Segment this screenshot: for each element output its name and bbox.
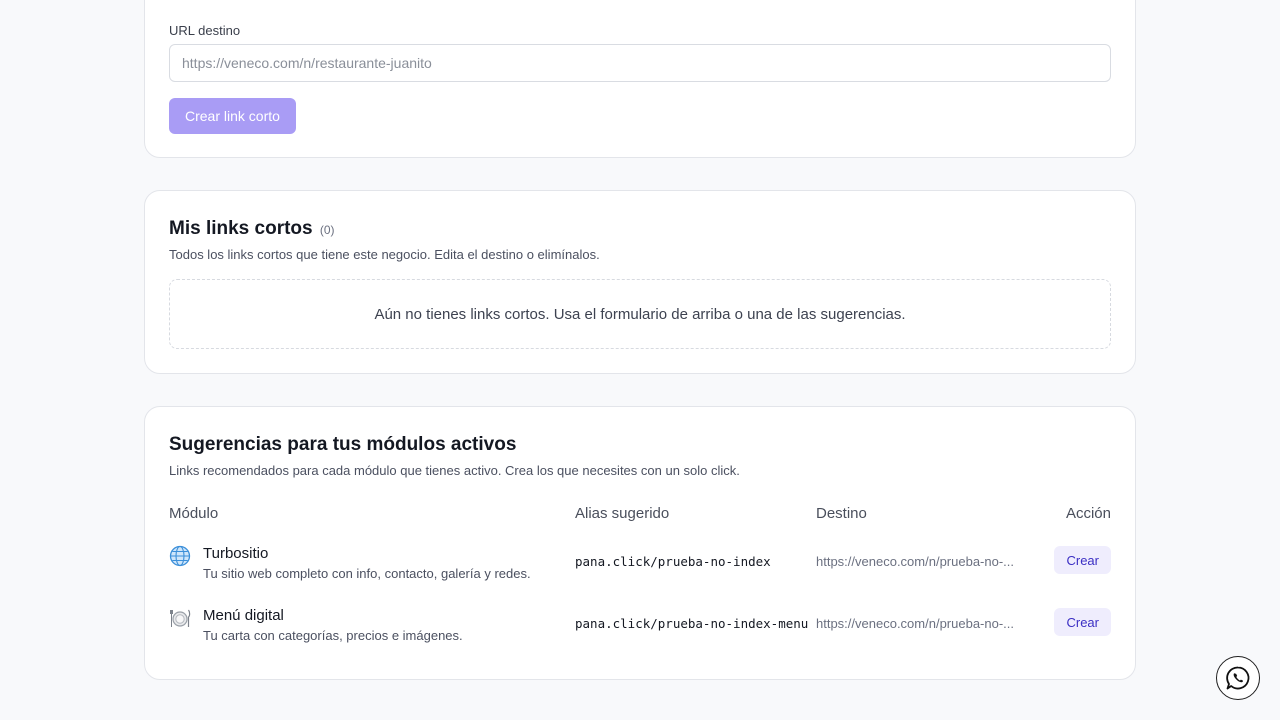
empty-state-message: Aún no tienes links cortos. Usa el formu… <box>374 305 906 323</box>
globe-icon <box>169 545 191 567</box>
table-row: Menú digital Tu carta con categorías, pr… <box>169 605 1111 649</box>
module-name: Menú digital <box>203 607 284 624</box>
suggested-alias: pana.click/prueba-no-index <box>575 554 771 569</box>
create-menu-digital-button[interactable]: Crear <box>1054 608 1111 636</box>
my-links-card: Mis links cortos (0) Todos los links cor… <box>144 190 1136 374</box>
whatsapp-button[interactable] <box>1216 656 1260 700</box>
url-destino-label: URL destino <box>169 23 241 38</box>
plate-icon <box>169 607 191 629</box>
module-description: Tu carta con categorías, precios e imáge… <box>203 628 463 643</box>
column-header-alias: Alias sugerido <box>575 505 670 522</box>
table-row: Turbositio Tu sitio web completo con inf… <box>169 543 1111 587</box>
column-header-accion: Acción <box>1065 505 1111 522</box>
my-links-subtitle: Todos los links cortos que tiene este ne… <box>169 247 600 262</box>
suggestions-title: Sugerencias para tus módulos activos <box>169 434 517 455</box>
destination-url: https://veneco.com/n/prueba-no-... <box>816 554 1014 569</box>
create-link-card: URL destino Crear link corto <box>144 0 1136 158</box>
destination-url: https://veneco.com/n/prueba-no-... <box>816 616 1014 631</box>
my-links-count: (0) <box>319 223 335 237</box>
whatsapp-icon <box>1225 665 1251 691</box>
column-header-destino: Destino <box>816 505 867 522</box>
suggestions-subtitle: Links recomendados para cada módulo que … <box>169 463 740 478</box>
create-turbositio-button[interactable]: Crear <box>1054 546 1111 574</box>
url-destino-input[interactable] <box>169 44 1111 82</box>
suggestions-card: Sugerencias para tus módulos activos Lin… <box>144 406 1136 680</box>
my-links-title: Mis links cortos (0) <box>169 218 335 240</box>
create-short-link-button[interactable]: Crear link corto <box>169 98 296 134</box>
suggested-alias: pana.click/prueba-no-index-menu <box>575 616 809 631</box>
module-name: Turbositio <box>203 545 269 562</box>
module-description: Tu sitio web completo con info, contacto… <box>203 566 531 581</box>
my-links-title-text: Mis links cortos <box>169 218 313 239</box>
empty-state: Aún no tienes links cortos. Usa el formu… <box>169 279 1111 349</box>
column-header-modulo: Módulo <box>169 505 219 522</box>
